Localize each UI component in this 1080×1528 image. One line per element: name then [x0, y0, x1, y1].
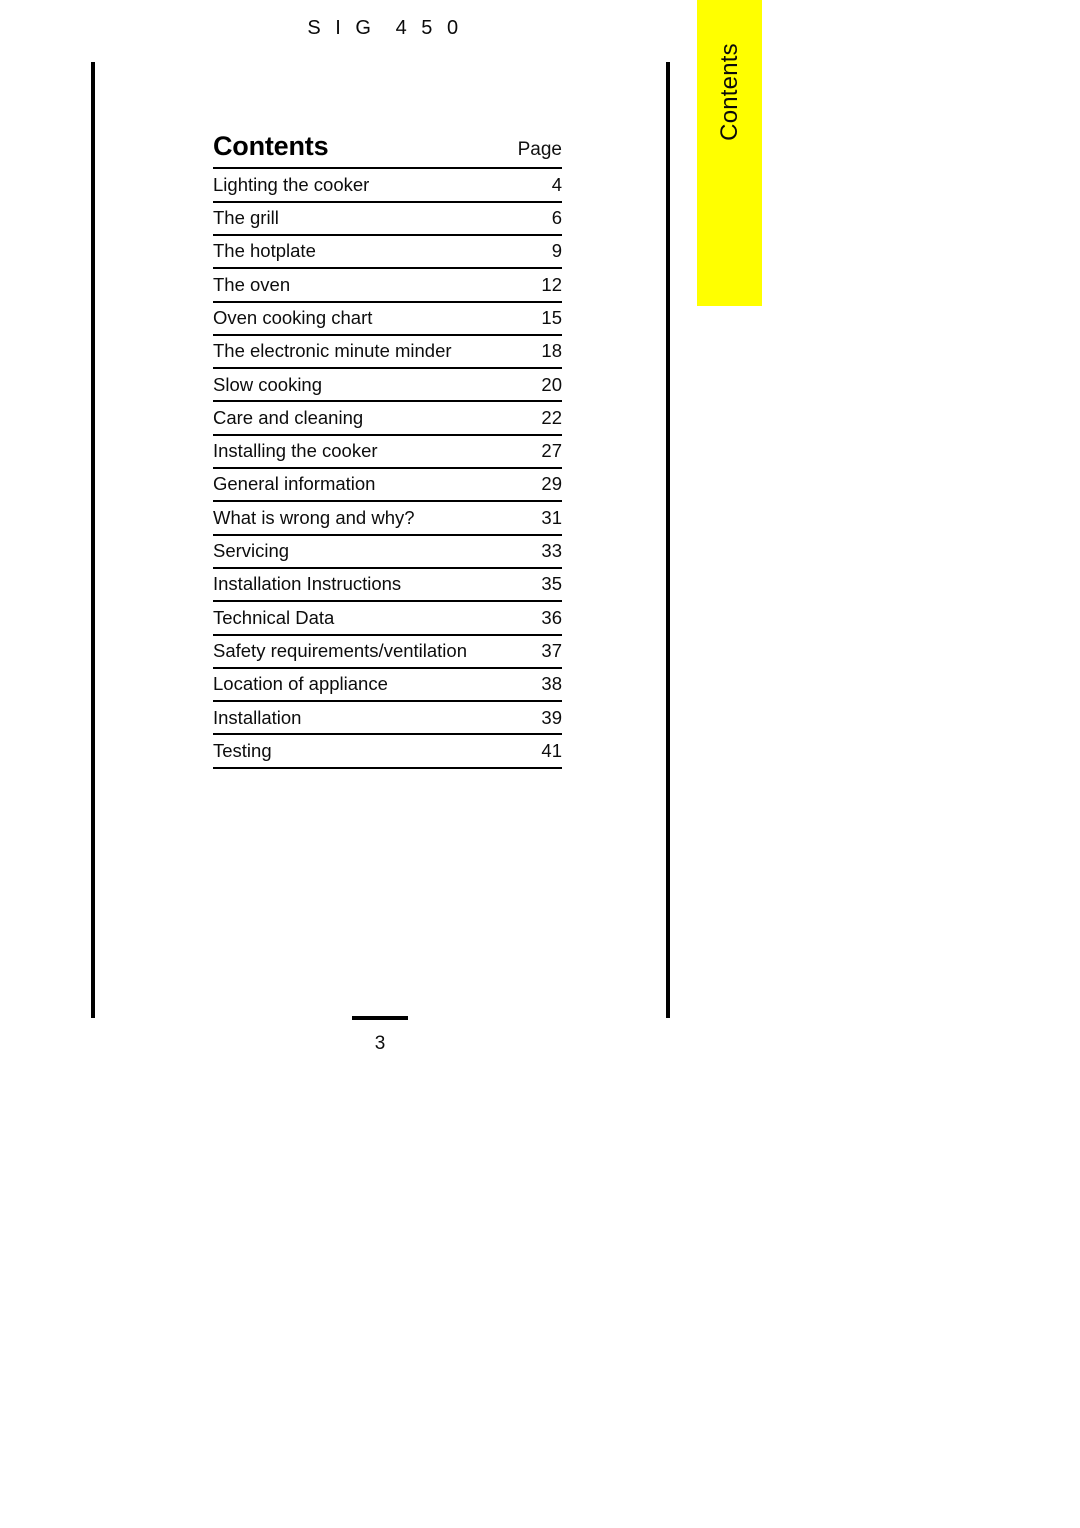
toc-entry-page: 36: [541, 606, 562, 628]
page-column-header: Page: [517, 139, 562, 160]
toc-row[interactable]: Installing the cooker 27: [213, 434, 562, 468]
contents-block: Contents Page Lighting the cooker 4 The gr…: [213, 132, 562, 769]
toc-entry-page: 9: [551, 240, 562, 262]
toc-entry-page: 20: [541, 373, 562, 395]
toc-entry-page: 38: [541, 673, 562, 695]
toc-row[interactable]: General information 29: [213, 468, 562, 501]
toc-entry-page: 29: [541, 473, 562, 495]
thumb-tab-contents: Contents: [697, 0, 762, 306]
toc-entry-page: 6: [551, 207, 562, 229]
toc-row[interactable]: Technical Data 36: [213, 601, 562, 634]
toc-entry-page: 15: [541, 307, 562, 328]
toc-row[interactable]: Safety requirements/ventilation 37: [213, 634, 562, 668]
toc-entry-page: 39: [541, 706, 562, 728]
toc-entry-title: Safety requirements/ventilation: [213, 639, 467, 661]
page-title: Contents: [213, 131, 329, 161]
toc-entry-title: Testing: [213, 739, 272, 761]
contents-header-row: Contents Page: [213, 132, 562, 164]
toc-row[interactable]: Servicing 33: [213, 534, 562, 568]
toc-row[interactable]: Location of appliance 38: [213, 667, 562, 701]
toc-entry-page: 41: [541, 739, 562, 761]
footer-page-number: 3: [374, 1033, 386, 1054]
toc-entry-title: Installing the cooker: [213, 440, 378, 462]
toc-row[interactable]: Lighting the cooker 4: [213, 168, 562, 201]
toc-row[interactable]: The electronic minute minder 18: [213, 334, 562, 368]
toc-row[interactable]: Slow cooking 20: [213, 368, 562, 401]
toc-entry-page: 37: [541, 639, 562, 661]
toc-entry-title: The electronic minute minder: [213, 340, 452, 362]
toc-entry-page: 12: [541, 273, 562, 295]
toc-entry-page: 31: [541, 506, 562, 528]
toc-entry-title: Lighting the cooker: [213, 173, 370, 195]
toc-entry-title: Location of appliance: [213, 673, 388, 695]
toc-entry-page: 35: [541, 573, 562, 595]
toc-entry-page: 4: [551, 173, 562, 195]
column-rule-left: [91, 62, 95, 1018]
toc-row[interactable]: Installation 39: [213, 701, 562, 734]
toc-body: Lighting the cooker 4 The grill 6 The hotpla…: [213, 168, 562, 768]
column-rule-right: [666, 62, 670, 1018]
toc-entry-title: Technical Data: [213, 606, 335, 628]
toc-entry-title: Installation Instructions: [213, 573, 402, 595]
toc-entry-title: Slow cooking: [213, 373, 323, 395]
toc-row[interactable]: The hotplate 9: [213, 234, 562, 268]
toc-entry-page: 22: [541, 406, 562, 428]
toc-entry-title: Servicing: [213, 540, 290, 562]
toc-row[interactable]: What is wrong and why? 31: [213, 501, 562, 534]
toc-entry-title: Care and cleaning: [213, 406, 364, 428]
toc-entry-title: General information: [213, 473, 376, 495]
toc-row[interactable]: Care and cleaning 22: [213, 401, 562, 434]
toc-entry-title: The hotplate: [213, 240, 316, 262]
document-page: S I G 4 5 0 Contents Contents Page Light…: [0, 0, 1080, 1528]
toc-entry-page: 18: [541, 340, 562, 362]
thumb-tab-label: Contents: [715, 43, 743, 141]
toc-entry-title: Oven cooking chart: [213, 307, 373, 328]
toc-entry-page: 33: [541, 540, 562, 562]
running-header-model: S I G 4 5 0: [307, 17, 463, 39]
table-of-contents: Lighting the cooker 4 The grill 6 The hotpla…: [213, 167, 562, 768]
toc-entry-title: Installation: [213, 706, 302, 728]
toc-row[interactable]: The oven 12: [213, 268, 562, 301]
toc-row[interactable]: The grill 6: [213, 201, 562, 235]
toc-row[interactable]: Installation Instructions 35: [213, 567, 562, 601]
toc-entry-title: The oven: [213, 273, 291, 295]
toc-entry-title: The grill: [213, 207, 279, 229]
toc-row[interactable]: Oven cooking chart 15: [213, 301, 562, 335]
toc-row[interactable]: Testing 41: [213, 734, 562, 768]
page-footer: 3: [0, 1016, 757, 1055]
toc-entry-page: 27: [541, 440, 562, 462]
toc-entry-title: What is wrong and why?: [213, 506, 415, 528]
